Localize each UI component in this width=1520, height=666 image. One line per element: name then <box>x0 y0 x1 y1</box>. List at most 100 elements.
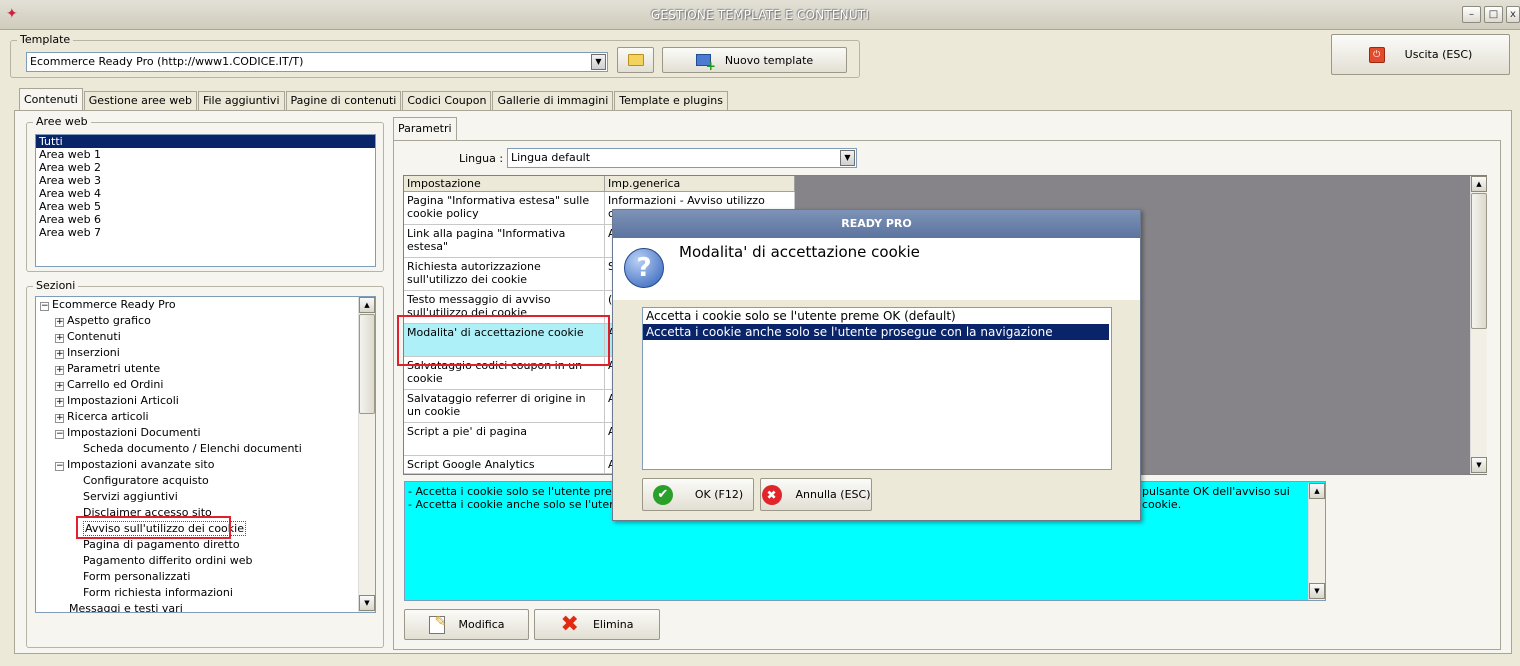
main-tabs: Contenuti Gestione aree web File aggiunt… <box>19 88 729 111</box>
tree-node[interactable]: + Ricerca articoli <box>55 409 149 425</box>
description-scrollbar[interactable]: ▲ ▼ <box>1308 483 1325 600</box>
tree-leaf[interactable]: Form personalizzati <box>83 569 190 585</box>
minimize-button[interactable]: – <box>1462 6 1481 23</box>
maximize-button[interactable]: □ <box>1484 6 1503 23</box>
window-title: GESTIONE TEMPLATE E CONTENUTI <box>650 8 870 22</box>
aree-web-list[interactable]: Tutti Area web 1 Area web 2 Area web 3 A… <box>35 134 376 267</box>
highlight-box-grid <box>397 315 610 366</box>
tree-leaf[interactable]: Pagamento differito ordini web <box>83 553 252 569</box>
expand-icon[interactable]: + <box>55 398 64 407</box>
tree-leaf[interactable]: Form richiesta informazioni <box>83 585 233 601</box>
tree-leaf[interactable]: Configuratore acquisto <box>83 473 209 489</box>
expand-icon[interactable]: + <box>55 334 64 343</box>
scroll-thumb[interactable] <box>359 314 375 414</box>
grid-scrollbar[interactable]: ▲ ▼ <box>1470 176 1487 474</box>
expand-icon[interactable]: + <box>55 350 64 359</box>
tree-root[interactable]: − Ecommerce Ready Pro <box>40 297 176 313</box>
scroll-down-icon[interactable]: ▼ <box>1309 583 1325 599</box>
add-template-icon: + <box>695 54 716 72</box>
tree-node[interactable]: + Inserzioni <box>55 345 120 361</box>
tab-parametri[interactable]: Parametri <box>393 117 457 140</box>
tab-template-e-plugins[interactable]: Template e plugins <box>614 91 729 111</box>
power-icon: ⏻ <box>1368 46 1385 63</box>
sezioni-legend: Sezioni <box>33 279 79 292</box>
list-item[interactable]: Area web 2 <box>36 161 375 174</box>
cancel-button[interactable]: ✖ Annulla (ESC) <box>760 478 872 511</box>
tree-node[interactable]: − Impostazioni Documenti <box>55 425 201 441</box>
tab-gestione-aree-web[interactable]: Gestione aree web <box>83 91 197 111</box>
tree-node[interactable]: − Impostazioni avanzate sito <box>55 457 214 473</box>
tree-leaf[interactable]: Servizi aggiuntivi <box>83 489 178 505</box>
list-item-selected[interactable]: Accetta i cookie anche solo se l'utente … <box>643 324 1109 340</box>
new-template-button[interactable]: + Nuovo template <box>662 47 847 73</box>
highlight-box-tree <box>76 516 231 539</box>
row-name: Salvataggio referrer di origine in un co… <box>404 390 605 423</box>
list-item[interactable]: Area web 7 <box>36 226 375 239</box>
title-bar: ✦ GESTIONE TEMPLATE E CONTENUTI – □ x <box>0 0 1520 30</box>
scroll-up-icon[interactable]: ▲ <box>359 297 375 313</box>
collapse-icon[interactable]: − <box>55 430 64 439</box>
cancel-icon: ✖ <box>761 484 782 505</box>
tree-leaf[interactable]: Scheda documento / Elenchi documenti <box>83 441 302 457</box>
modify-label: Modifica <box>458 618 505 631</box>
dialog-heading: Modalita' di accettazione cookie <box>679 243 920 261</box>
tree-node[interactable]: + Carrello ed Ordini <box>55 377 163 393</box>
tree-node[interactable]: + Impostazioni Articoli <box>55 393 179 409</box>
row-name: Script a pie' di pagina <box>404 423 605 456</box>
open-folder-button[interactable] <box>617 47 654 73</box>
cancel-label: Annulla (ESC) <box>795 488 871 501</box>
tree-node[interactable]: + Parametri utente <box>55 361 160 377</box>
parametri-tab-strip: Parametri <box>393 117 458 140</box>
list-item[interactable]: Tutti <box>36 135 375 148</box>
cookie-mode-dialog: READY PRO ? Modalita' di accettazione co… <box>612 209 1141 521</box>
list-item[interactable]: Area web 4 <box>36 187 375 200</box>
ok-button[interactable]: ✔ OK (F12) <box>642 478 754 511</box>
close-button[interactable]: x <box>1506 6 1520 23</box>
ok-label: OK (F12) <box>694 488 744 501</box>
check-icon: ✔ <box>652 484 673 505</box>
collapse-icon[interactable]: − <box>55 462 64 471</box>
tab-codici-coupon[interactable]: Codici Coupon <box>402 91 492 111</box>
list-item[interactable]: Area web 6 <box>36 213 375 226</box>
tab-contenuti[interactable]: Contenuti <box>19 88 83 111</box>
chevron-down-icon[interactable]: ▼ <box>840 150 855 166</box>
scroll-down-icon[interactable]: ▼ <box>359 595 375 611</box>
folder-icon <box>627 54 644 66</box>
modify-button[interactable]: ✎ Modifica <box>404 609 529 640</box>
collapse-icon[interactable]: − <box>40 302 49 311</box>
exit-label: Uscita (ESC) <box>1404 48 1473 61</box>
column-header-impostazione[interactable]: Impostazione <box>404 176 605 192</box>
delete-x-icon: ✖ <box>560 611 579 637</box>
sezioni-tree[interactable]: − Ecommerce Ready Pro + Aspetto grafico + C… <box>35 296 376 613</box>
list-item[interactable]: Area web 3 <box>36 174 375 187</box>
scroll-down-icon[interactable]: ▼ <box>1471 457 1487 473</box>
tab-file-aggiuntivi[interactable]: File aggiuntivi <box>197 91 285 111</box>
expand-icon[interactable]: + <box>55 366 64 375</box>
row-name: Script Google Analytics <box>404 456 605 474</box>
cookie-mode-list[interactable]: Accetta i cookie solo se l'utente preme … <box>642 307 1112 470</box>
expand-icon[interactable]: + <box>55 414 64 423</box>
delete-button[interactable]: ✖ Elimina <box>534 609 660 640</box>
lingua-select[interactable]: Lingua default ▼ <box>507 148 857 168</box>
question-icon: ? <box>624 248 664 288</box>
template-select-value: Ecommerce Ready Pro (http://www1.CODICE.… <box>30 55 304 68</box>
tree-node[interactable]: + Aspetto grafico <box>55 313 151 329</box>
scroll-up-icon[interactable]: ▲ <box>1471 176 1487 192</box>
scroll-thumb[interactable] <box>1471 193 1487 329</box>
tree-node[interactable]: Messaggi e testi vari <box>69 601 183 612</box>
exit-button[interactable]: ⏻ Uscita (ESC) <box>1331 34 1510 75</box>
expand-icon[interactable]: + <box>55 382 64 391</box>
chevron-down-icon[interactable]: ▼ <box>591 54 606 70</box>
sezioni-scrollbar[interactable]: ▲ ▼ <box>358 297 375 612</box>
template-select[interactable]: Ecommerce Ready Pro (http://www1.CODICE.… <box>26 52 608 72</box>
scroll-up-icon[interactable]: ▲ <box>1309 483 1325 499</box>
column-header-imp-generica[interactable]: Imp.generica <box>605 176 795 192</box>
tab-gallerie-di-immagini[interactable]: Gallerie di immagini <box>492 91 614 111</box>
tree-node[interactable]: + Contenuti <box>55 329 121 345</box>
expand-icon[interactable]: + <box>55 318 64 327</box>
list-item[interactable]: Area web 5 <box>36 200 375 213</box>
tab-pagine-di-contenuti[interactable]: Pagine di contenuti <box>285 91 402 111</box>
list-item[interactable]: Accetta i cookie solo se l'utente preme … <box>643 308 1111 324</box>
list-item[interactable]: Area web 1 <box>36 148 375 161</box>
tree-leaf[interactable]: Pagina di pagamento diretto <box>83 537 240 553</box>
